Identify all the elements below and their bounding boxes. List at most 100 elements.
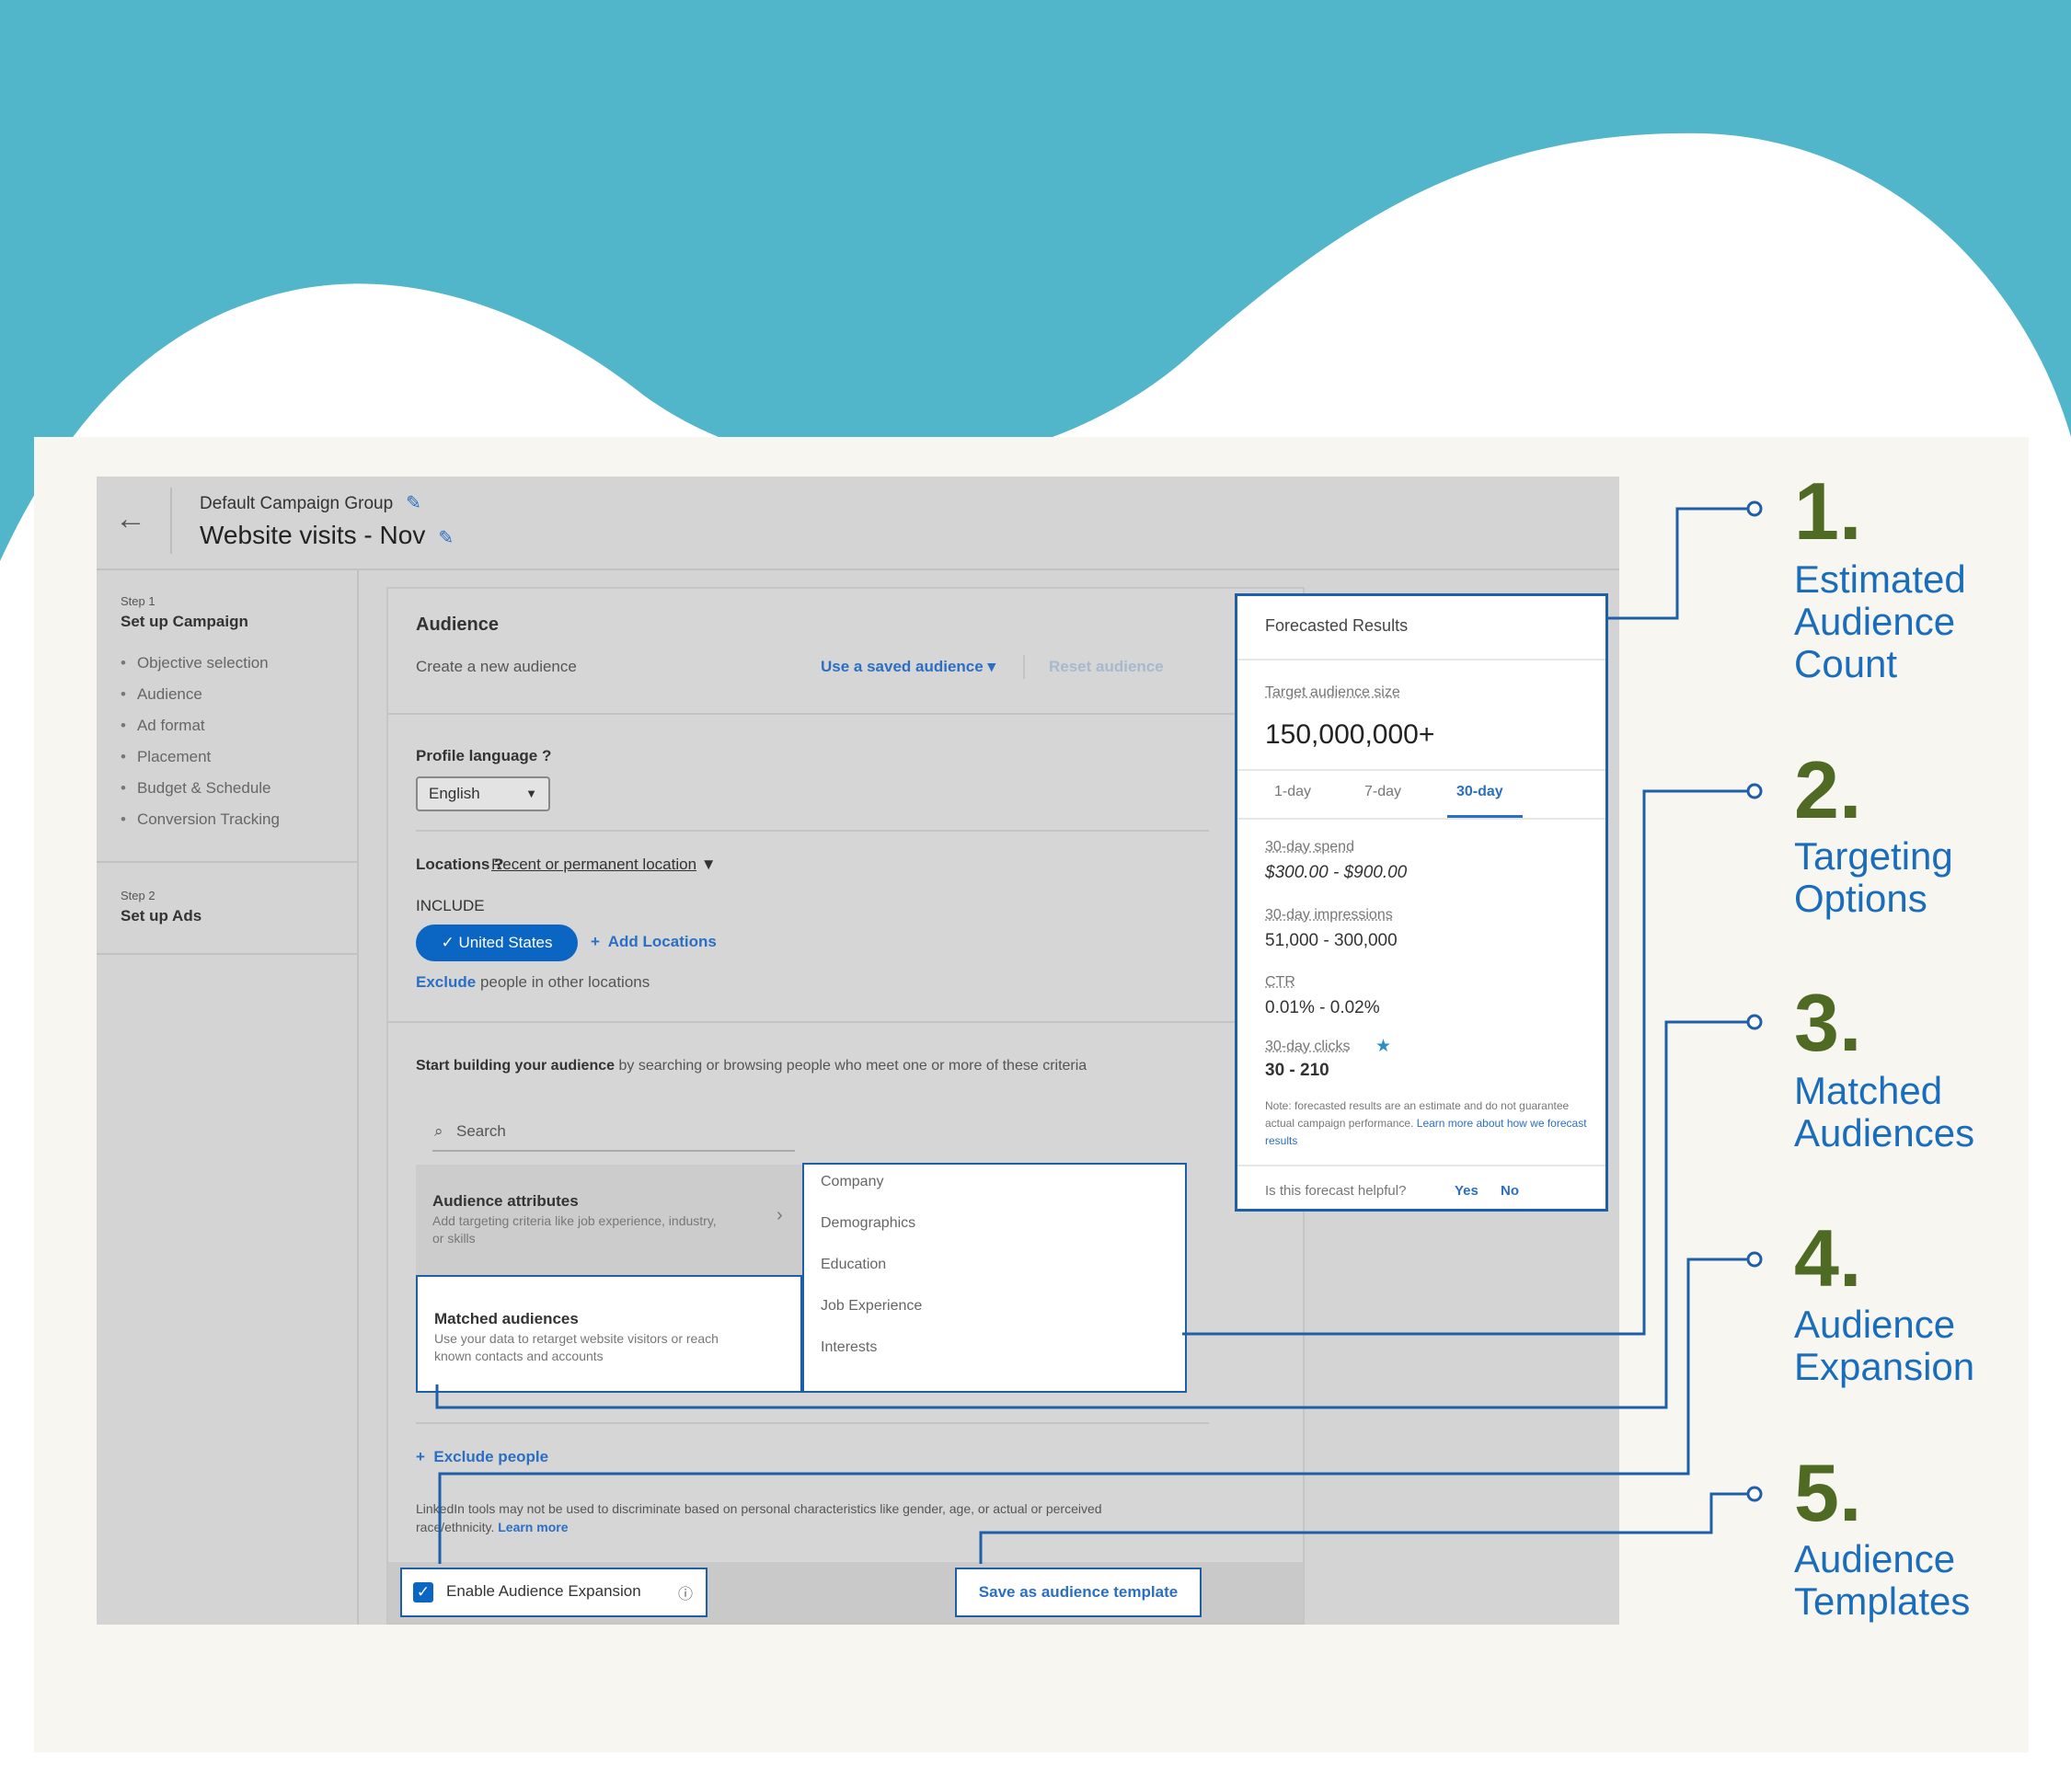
search-icon: ⌕ [434, 1122, 443, 1140]
use-saved-audience-link[interactable]: Use a saved audience ▾ [821, 658, 995, 676]
category-education[interactable]: Education [821, 1257, 886, 1273]
step2-label: Step 2 [121, 889, 155, 902]
sidebar-divider [97, 861, 357, 863]
campaign-group-name: Default Campaign Group ✎ [200, 491, 421, 514]
section-divider [388, 713, 1303, 715]
help-icon[interactable]: ⓘ [678, 1581, 693, 1603]
category-company[interactable]: Company [821, 1174, 883, 1190]
clicks-value: 30 - 210 [1265, 1061, 1329, 1080]
impressions-label: 30-day impressions [1265, 907, 1393, 923]
callout-number-1: 1. [1794, 465, 1862, 557]
audience-expansion-checkbox[interactable]: ✓ Enable Audience Expansion ⓘ [400, 1568, 708, 1617]
callout-number-2: 2. [1794, 744, 1862, 835]
callout-1-line-3: Count [1794, 642, 1898, 685]
forecast-note: Note: forecasted results are an estimate… [1265, 1097, 1587, 1150]
targeting-categories-list: Company Demographics Education Job Exper… [802, 1163, 1187, 1393]
tab-1-day[interactable]: 1-day [1274, 784, 1311, 800]
campaign-header: ← Default Campaign Group ✎ Website visits… [97, 477, 1619, 570]
audience-attributes-title: Audience attributes [432, 1192, 579, 1210]
help-icon[interactable]: ? [542, 747, 551, 764]
profile-language-select[interactable]: English ▼ [416, 776, 550, 811]
category-demographics[interactable]: Demographics [821, 1215, 915, 1232]
callout-text-3: Matched Audiences [1794, 1070, 1974, 1154]
forecast-helpful-no[interactable]: No [1501, 1183, 1519, 1199]
ctr-label: CTR [1265, 974, 1295, 990]
callout-5-line-1: Audience [1794, 1537, 1956, 1580]
exclude-locations-link[interactable]: Exclude [416, 973, 476, 991]
callout-1-line-1: Estimated [1794, 557, 1966, 601]
audience-attributes-panel[interactable]: Audience attributes Add targeting criter… [416, 1165, 802, 1282]
header-divider [170, 488, 172, 554]
save-audience-template-button[interactable]: Save as audience template [955, 1568, 1202, 1617]
callout-text-2: Targeting Options [1794, 835, 1953, 920]
caret-down-icon: ▾ [987, 658, 995, 675]
callout-number-4: 4. [1794, 1212, 1862, 1304]
sidebar-item-audience[interactable]: Audience [121, 679, 280, 710]
include-label: INCLUDE [416, 897, 485, 914]
matched-audiences-panel[interactable]: Matched audiences Use your data to retar… [416, 1275, 802, 1393]
step1-nav: Objective selection Audience Ad format P… [121, 648, 280, 835]
forecast-helpful-text: Is this forecast helpful? [1265, 1183, 1407, 1199]
pencil-icon[interactable]: ✎ [438, 528, 454, 548]
section-divider [416, 830, 1209, 832]
exclude-locations-text: Exclude people in other locations [416, 973, 650, 992]
spend-label: 30-day spend [1265, 839, 1354, 855]
sidebar-item-objective[interactable]: Objective selection [121, 648, 280, 679]
build-audience-bold: Start building your audience [416, 1058, 616, 1074]
audience-title: Audience [416, 615, 500, 635]
exclude-people-label: Exclude people [433, 1448, 549, 1465]
category-interests[interactable]: Interests [821, 1339, 877, 1356]
sidebar-item-conversion[interactable]: Conversion Tracking [121, 804, 280, 835]
pencil-icon[interactable]: ✎ [406, 493, 421, 513]
profile-language-label: Profile language ? [416, 747, 551, 765]
build-audience-rest: by searching or browsing people who meet… [618, 1058, 1087, 1074]
exclude-people-button[interactable]: + Exclude people [416, 1448, 548, 1466]
step1-title[interactable]: Set up Campaign [121, 613, 248, 631]
sidebar-item-budget[interactable]: Budget & Schedule [121, 773, 280, 804]
callout-text-1: Estimated Audience Count [1794, 558, 1966, 685]
spend-value: $300.00 - $900.00 [1265, 863, 1408, 882]
plus-icon: + [591, 933, 600, 950]
profile-language-text: Profile language [416, 747, 538, 764]
card-divider [1237, 1165, 1605, 1166]
star-icon: ★ [1375, 1037, 1392, 1056]
profile-language-value: English [429, 785, 480, 802]
matched-audiences-title: Matched audiences [434, 1310, 579, 1327]
category-job-experience[interactable]: Job Experience [821, 1298, 922, 1315]
card-divider [1237, 659, 1605, 661]
sidebar-item-placement[interactable]: Placement [121, 741, 280, 773]
arrow-left-icon[interactable]: ← [115, 500, 152, 537]
forecast-helpful-yes[interactable]: Yes [1455, 1183, 1478, 1199]
disclaimer-text: LinkedIn tools may not be used to discri… [416, 1499, 1152, 1536]
sidebar-item-ad-format[interactable]: Ad format [121, 710, 280, 741]
target-audience-label: Target audience size [1265, 684, 1400, 700]
audience-search-input[interactable]: ⌕ Search [432, 1113, 795, 1152]
location-type-dropdown[interactable]: Recent or permanent location ▼ [491, 856, 717, 874]
step1-label: Step 1 [121, 594, 155, 608]
callout-4-line-2: Expansion [1794, 1345, 1975, 1388]
callout-3-line-1: Matched [1794, 1069, 1943, 1112]
learn-more-link[interactable]: Learn more [498, 1520, 568, 1534]
callout-number-3: 3. [1794, 977, 1862, 1068]
audience-attributes-desc: Add targeting criteria like job experien… [432, 1213, 717, 1246]
callout-number-5: 5. [1794, 1447, 1862, 1538]
add-locations-button[interactable]: + Add Locations [591, 933, 717, 951]
build-audience-text: Start building your audience by searchin… [416, 1058, 1087, 1074]
audience-section: Audience Create a new audience Use a sav… [386, 587, 1305, 1625]
callout-1-line-2: Audience [1794, 600, 1956, 643]
clicks-label: 30-day clicks [1265, 1039, 1351, 1054]
create-audience-text: Create a new audience [416, 658, 577, 675]
callout-3-line-2: Audiences [1794, 1111, 1975, 1154]
callout-text-4: Audience Expansion [1794, 1304, 1974, 1388]
tab-7-day[interactable]: 7-day [1364, 784, 1401, 800]
caret-down-icon: ▼ [525, 787, 537, 800]
location-chip-united-states[interactable]: ✓ United States [416, 925, 578, 961]
step2-title[interactable]: Set up Ads [121, 907, 201, 925]
tab-30-day[interactable]: 30-day [1456, 784, 1503, 800]
callout-text-5: Audience Templates [1794, 1538, 1970, 1623]
callout-2-line-2: Options [1794, 877, 1927, 920]
steps-sidebar: Step 1 Set up Campaign Objective selecti… [97, 570, 359, 1625]
search-placeholder: Search [456, 1122, 506, 1140]
forecast-title: Forecasted Results [1265, 616, 1409, 635]
reset-audience-link[interactable]: Reset audience [1049, 658, 1164, 676]
